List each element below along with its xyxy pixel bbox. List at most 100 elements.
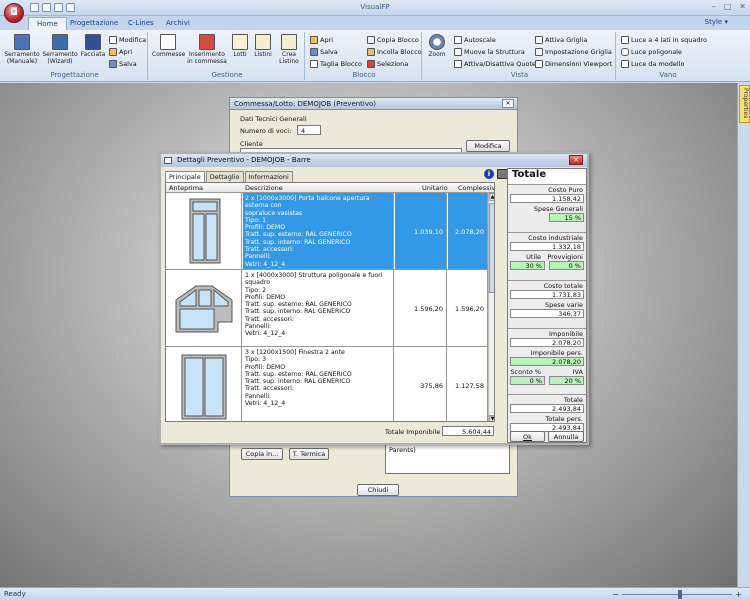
spese-generali-field[interactable]: 15 %	[549, 213, 584, 222]
close-icon[interactable]: ✕	[739, 2, 746, 11]
sconto-field[interactable]: 0 %	[510, 376, 545, 385]
desc-line: Tipo: 1	[245, 216, 267, 224]
preventivo-tabs: Principale Dettaglio Informazioni	[165, 171, 294, 182]
table-row[interactable]: 3 x [1200x1500] Finestra 2 ante Tipo: 3 …	[166, 347, 488, 421]
blocco-apri-button[interactable]: Apri	[310, 34, 333, 45]
copia-in-button[interactable]: Copia in...	[241, 448, 283, 460]
attiva-griglia-label: Attiva Griglia	[545, 35, 588, 44]
desc-line: Pannelli:	[245, 323, 272, 331]
muove-struttura-button[interactable]: Muove la Struttura	[454, 46, 525, 57]
col-anteprima[interactable]: Anteprima	[169, 184, 203, 192]
inserimento-label: Inserimento in commessa	[187, 51, 227, 65]
commesse-button[interactable]: Commesse	[152, 34, 185, 58]
zoom-slider[interactable]: − +	[612, 590, 742, 599]
imponibile-pers-field[interactable]: 2.078,20	[510, 357, 584, 366]
tab-principale[interactable]: Principale	[165, 171, 205, 182]
numero-voci-field[interactable]: 4	[297, 125, 321, 135]
minimize-icon[interactable]: –	[712, 2, 716, 11]
style-menu[interactable]: Style ▾	[705, 18, 728, 26]
luce-4-lati-button[interactable]: Luce a 4 lati in squadro	[621, 34, 707, 45]
close-icon[interactable]: ✕	[502, 99, 514, 108]
tab-c-lines[interactable]: C-Lines	[120, 17, 162, 30]
group-vista: Zoom Autoscale Muove la Struttura Attiva…	[424, 32, 616, 80]
desc-line: 1 x [4000x3000] Struttura poligonale e f…	[245, 272, 383, 287]
scroll-down-icon[interactable]: ▼	[489, 415, 494, 421]
info-icon[interactable]: i	[484, 169, 494, 179]
attiva-quote-button[interactable]: Attiva/Disattiva Quote	[454, 58, 536, 69]
spese-varie-field[interactable]: 346,37	[510, 309, 584, 318]
app-title: VisualFP	[360, 3, 390, 11]
maximize-icon[interactable]: □	[724, 2, 732, 11]
dimensioni-viewport-button[interactable]: Dimensioni Viewport	[535, 58, 612, 69]
crea-listino-button[interactable]: Crea Listino	[276, 34, 302, 65]
impostazione-griglia-button[interactable]: Impostazione Griglia	[535, 46, 612, 57]
tab-informazioni[interactable]: Informazioni	[244, 171, 293, 182]
disk-icon	[310, 47, 318, 56]
tab-archivi[interactable]: Archivi	[158, 17, 198, 30]
modifica-cliente-button[interactable]: Modifica	[466, 140, 510, 152]
paste-icon	[367, 47, 375, 56]
utile-field[interactable]: 30 %	[510, 261, 545, 270]
iva-field[interactable]: 20 %	[549, 376, 584, 385]
tab-dettaglio[interactable]: Dettaglio	[205, 171, 244, 182]
serramento-manuale-button[interactable]: Serramento (Manuale)	[4, 34, 40, 65]
col-unitario[interactable]: Unitario	[422, 184, 448, 192]
zoom-in-icon[interactable]: +	[735, 590, 742, 599]
group-gestione: Commesse Inserimento in commessa Lotti L…	[150, 32, 305, 80]
group-vano-title: Vano	[659, 71, 677, 79]
close-icon[interactable]: ✕	[569, 155, 583, 165]
col-complessivo[interactable]: Complessivo	[458, 184, 494, 192]
table-row[interactable]: 1 x [4000x3000] Struttura poligonale e f…	[166, 270, 488, 347]
note-field[interactable]: Parents)	[385, 444, 510, 474]
scroll-thumb[interactable]	[489, 203, 494, 293]
listini-button[interactable]: Listini	[252, 34, 274, 58]
zoom-button[interactable]: Zoom	[426, 34, 448, 58]
copy-icon	[367, 35, 375, 44]
desc-line: Vetri: 4_12_4	[245, 260, 286, 268]
polygonal-structure-preview-icon	[175, 285, 233, 333]
autoscale-button[interactable]: Autoscale	[454, 34, 496, 45]
modifica-label: Modifica	[119, 35, 147, 44]
zoom-out-icon[interactable]: −	[612, 590, 619, 599]
taglia-blocco-button[interactable]: Taglia Blocco	[310, 58, 362, 69]
lotti-button[interactable]: Lotti	[230, 34, 250, 58]
apri-button[interactable]: Apri	[109, 46, 132, 57]
application-menu-button[interactable]: ◘	[4, 3, 24, 23]
row-complessivo: 1.127,58	[448, 347, 488, 421]
scroll-up-icon[interactable]: ▲	[489, 193, 494, 201]
incolla-blocco-button[interactable]: Incolla Blocco	[367, 46, 422, 57]
zoom-thumb[interactable]	[678, 590, 682, 599]
ribbon-tabs: Home Progettazione C-Lines Archivi Style…	[0, 16, 750, 30]
chiudi-button[interactable]: Chiudi	[357, 484, 399, 496]
zoom-track[interactable]	[621, 594, 733, 595]
salva-button[interactable]: Salva	[109, 58, 137, 69]
ok-button[interactable]: Ok	[510, 431, 545, 442]
autoscale-label: Autoscale	[464, 35, 496, 44]
autoscale-icon	[454, 35, 462, 44]
annulla-button[interactable]: Annulla	[548, 431, 584, 442]
facciata-button[interactable]: Facciata	[80, 34, 106, 58]
col-descrizione[interactable]: Descrizione	[245, 184, 283, 192]
blocco-salva-button[interactable]: Salva	[310, 46, 338, 57]
luce-modello-button[interactable]: Luce da modello	[621, 58, 684, 69]
commessa-dialog-title: Commessa/Lotto: DEMOJOB (Preventivo)	[234, 100, 377, 108]
inserimento-button[interactable]: Inserimento in commessa	[186, 34, 228, 65]
tab-progettazione[interactable]: Progettazione	[62, 17, 126, 30]
modifica-button[interactable]: Modifica	[109, 34, 146, 45]
serramento-wizard-button[interactable]: Serramento (Wizard)	[42, 34, 78, 65]
luce-poligonale-button[interactable]: Luce poligonale	[621, 46, 682, 57]
attiva-griglia-button[interactable]: Attiva Griglia	[535, 34, 587, 45]
properties-tab[interactable]: Properties	[739, 85, 750, 123]
table-scrollbar[interactable]: ▲ ▼	[488, 193, 494, 421]
tab-home[interactable]: Home	[28, 17, 67, 30]
table-row[interactable]: 2 x [1000x3000] Porta balcone apertura e…	[166, 193, 488, 270]
desc-line: sopraluce vasistas	[245, 209, 303, 217]
desc-line: Tratt. sup. esterno: RAL GENERICO	[245, 301, 352, 309]
trasmittanza-termica-button[interactable]: T. Termica	[289, 448, 329, 460]
provvigioni-field[interactable]: 0 %	[549, 261, 584, 270]
seleziona-button[interactable]: Seleziona	[367, 58, 408, 69]
desc-line: Tipo: 3	[245, 356, 267, 364]
copia-blocco-button[interactable]: Copia Blocco	[367, 34, 419, 45]
luce-4-lati-label: Luce a 4 lati in squadro	[631, 35, 707, 44]
scissors-icon	[310, 59, 318, 68]
